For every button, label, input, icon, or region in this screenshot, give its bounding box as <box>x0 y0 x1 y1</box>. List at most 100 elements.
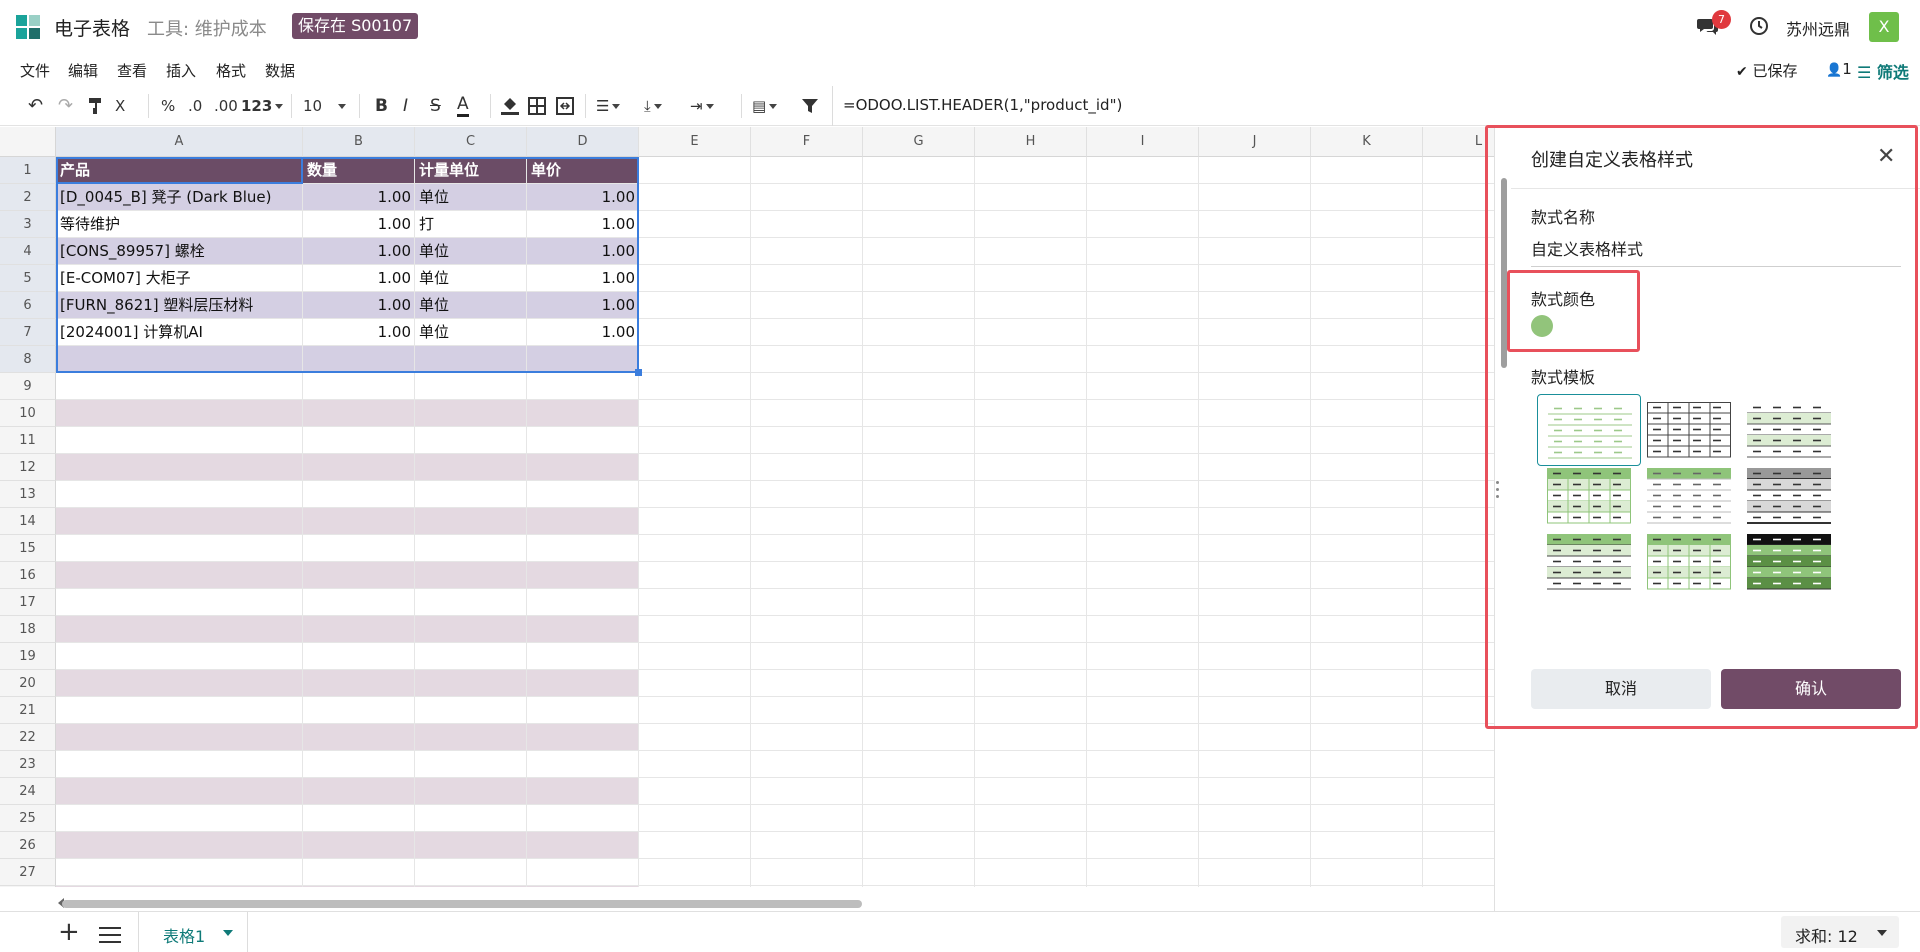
row-header[interactable]: 16 <box>0 562 56 589</box>
breadcrumb-tool[interactable]: 工具: 维护成本 <box>147 15 267 41</box>
select-all-corner[interactable] <box>0 127 56 157</box>
table-cell[interactable]: 打 <box>419 211 523 238</box>
table-cell[interactable]: 单位 <box>419 265 523 292</box>
row-header[interactable]: 25 <box>0 805 56 832</box>
column-header[interactable]: E <box>639 127 751 157</box>
spreadsheet-grid[interactable]: A B C D E F G H I J K L 1 2 3 4 5 6 7 8 9 10 11 12 13 14 15 16 17 18 1… <box>0 127 1494 887</box>
table-cell[interactable]: 单位 <box>419 184 523 211</box>
table-cell[interactable]: 计量单位 <box>419 157 523 184</box>
row-header[interactable]: 19 <box>0 643 56 670</box>
row-header[interactable]: 13 <box>0 481 56 508</box>
table-cell[interactable]: 1.00 <box>531 292 635 319</box>
table-cell[interactable]: [E-COM07] 大柜子 <box>60 265 299 292</box>
table-cell[interactable]: 等待维护 <box>60 211 299 238</box>
filter-button[interactable]: ☰ 筛选 <box>1857 59 1909 83</box>
number-format-dropdown[interactable]: 123 <box>241 96 284 116</box>
table-cell[interactable]: 产品 <box>60 157 299 184</box>
format-percent-button[interactable]: % <box>161 96 175 116</box>
style-template-option[interactable] <box>1537 394 1641 466</box>
row-header[interactable]: 28 <box>0 886 56 887</box>
table-cell[interactable]: 单位 <box>419 238 523 265</box>
app-title[interactable]: 电子表格 <box>54 14 130 41</box>
row-header[interactable]: 10 <box>0 400 56 427</box>
table-cell[interactable]: 1.00 <box>307 319 411 346</box>
horizontal-align-dropdown[interactable]: ☰ <box>596 96 621 116</box>
menu-edit[interactable]: 编辑 <box>68 60 98 81</box>
aggregate-selector[interactable]: 求和: 12 <box>1781 916 1899 948</box>
style-template-option[interactable] <box>1637 394 1741 466</box>
conditional-format-dropdown[interactable]: ▤ <box>752 96 778 116</box>
undo-icon[interactable]: ↶ <box>28 96 43 116</box>
style-template-option[interactable] <box>1537 460 1641 532</box>
column-header[interactable]: G <box>863 127 975 157</box>
row-header[interactable]: 15 <box>0 535 56 562</box>
row-header[interactable]: 17 <box>0 589 56 616</box>
formula-bar[interactable]: =ODOO.LIST.HEADER(1,"product_id") <box>832 86 1920 126</box>
menu-view[interactable]: 查看 <box>117 60 147 81</box>
horizontal-scrollbar-thumb[interactable] <box>62 900 862 908</box>
redo-icon[interactable]: ↷ <box>58 96 73 116</box>
clock-icon[interactable] <box>1749 16 1769 36</box>
paint-format-icon[interactable] <box>88 97 104 115</box>
formula-text[interactable]: =ODOO.LIST.HEADER(1,"product_id") <box>843 96 1122 114</box>
table-cell[interactable]: 1.00 <box>307 211 411 238</box>
style-template-option[interactable] <box>1637 460 1741 532</box>
merge-cells-icon[interactable] <box>556 97 574 115</box>
borders-icon[interactable] <box>528 97 546 115</box>
spreadsheet-app-icon[interactable] <box>16 15 40 39</box>
menu-file[interactable]: 文件 <box>20 60 50 81</box>
row-header[interactable]: 6 <box>0 292 56 319</box>
table-cell[interactable]: 1.00 <box>307 265 411 292</box>
table-cell[interactable]: [D_0045_B] 凳子 (Dark Blue) <box>60 184 299 211</box>
wrapping-dropdown[interactable]: ⇥ <box>690 96 714 116</box>
table-cell[interactable]: 1.00 <box>531 238 635 265</box>
text-color-button[interactable]: A <box>457 96 469 117</box>
row-header[interactable]: 14 <box>0 508 56 535</box>
table-cell[interactable]: 1.00 <box>307 292 411 319</box>
row-header[interactable]: 3 <box>0 211 56 238</box>
column-header[interactable]: C <box>415 127 527 157</box>
panel-scrollbar[interactable] <box>1501 178 1507 368</box>
row-header[interactable]: 21 <box>0 697 56 724</box>
row-header[interactable]: 20 <box>0 670 56 697</box>
table-cell[interactable]: 单位 <box>419 292 523 319</box>
style-color-picker[interactable] <box>1531 315 1553 337</box>
increase-decimal-button[interactable]: .00 <box>214 96 238 116</box>
style-name-input[interactable]: 自定义表格样式 <box>1531 236 1901 267</box>
font-size-dropdown[interactable]: 10 <box>303 96 347 116</box>
table-cell[interactable]: 1.00 <box>307 184 411 211</box>
row-header[interactable]: 7 <box>0 319 56 346</box>
strikethrough-button[interactable]: S <box>430 96 441 116</box>
row-header[interactable]: 23 <box>0 751 56 778</box>
style-template-option[interactable] <box>1537 526 1641 598</box>
table-cell[interactable]: 单价 <box>531 157 635 184</box>
menu-data[interactable]: 数据 <box>265 60 295 81</box>
fill-handle[interactable] <box>635 369 642 376</box>
style-template-option[interactable] <box>1737 460 1841 532</box>
chevron-down-icon[interactable] <box>223 930 233 936</box>
row-header[interactable]: 5 <box>0 265 56 292</box>
decrease-decimal-button[interactable]: .0 <box>188 96 202 116</box>
row-header[interactable]: 26 <box>0 832 56 859</box>
table-cell[interactable]: 1.00 <box>531 211 635 238</box>
row-header[interactable]: 11 <box>0 427 56 454</box>
column-header[interactable]: D <box>527 127 639 157</box>
table-cell[interactable]: 单位 <box>419 319 523 346</box>
row-header[interactable]: 18 <box>0 616 56 643</box>
table-cell[interactable]: 1.00 <box>307 238 411 265</box>
clear-format-icon[interactable]: Ⅹ <box>115 96 125 116</box>
menu-format[interactable]: 格式 <box>216 60 246 81</box>
style-template-option[interactable] <box>1637 526 1741 598</box>
column-header[interactable]: I <box>1087 127 1199 157</box>
row-header[interactable]: 8 <box>0 346 56 373</box>
company-switcher[interactable]: 苏州远鼎 <box>1786 16 1850 40</box>
table-cell[interactable]: 1.00 <box>531 319 635 346</box>
close-icon[interactable]: ✕ <box>1877 146 1895 168</box>
row-header[interactable]: 24 <box>0 778 56 805</box>
panel-resize-handle[interactable] <box>1495 481 1499 505</box>
row-header[interactable]: 1 <box>0 157 56 184</box>
italic-button[interactable]: I <box>403 96 408 116</box>
cancel-button[interactable]: 取消 <box>1531 669 1711 709</box>
row-header[interactable]: 4 <box>0 238 56 265</box>
column-header[interactable]: J <box>1199 127 1311 157</box>
